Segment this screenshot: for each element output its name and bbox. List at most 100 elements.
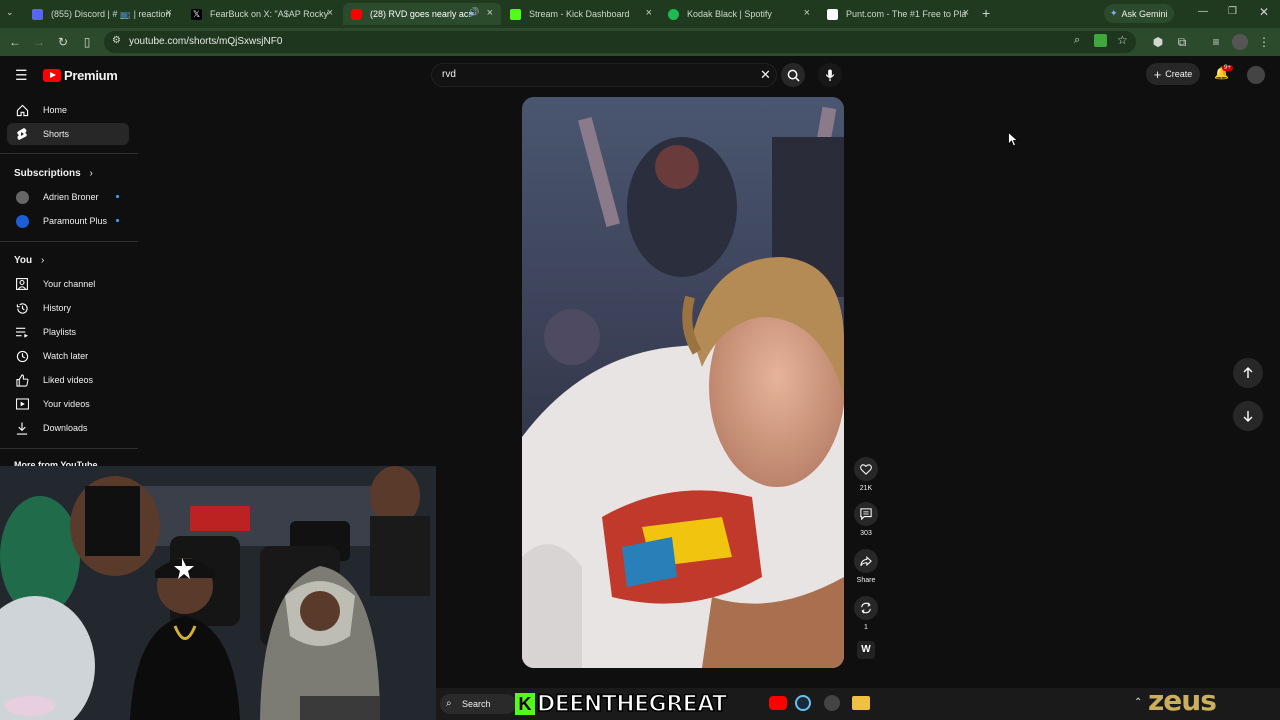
- reload-icon[interactable]: ↻: [55, 34, 71, 50]
- youtube-play-icon: [43, 69, 61, 82]
- microphone-icon: [825, 68, 835, 81]
- site-info-icon[interactable]: ⚙: [112, 35, 121, 46]
- remix-action[interactable]: 1: [851, 596, 881, 631]
- sidebar-divider: [0, 241, 138, 242]
- tab-youtube[interactable]: (28) RVD goes nearly acros 🔊 ×: [343, 3, 501, 25]
- close-tab-icon[interactable]: ×: [804, 7, 810, 19]
- install-app-icon[interactable]: [1094, 34, 1107, 47]
- remix-button[interactable]: [854, 596, 878, 620]
- tab-discord[interactable]: (855) Discord | # 📺 | reactions ×: [24, 3, 180, 25]
- sidebar-item-your-channel[interactable]: Your channel: [7, 273, 129, 295]
- video-frame-image: [522, 97, 844, 668]
- sidebar-divider: [0, 153, 138, 154]
- search-box[interactable]: rvd ✕: [431, 63, 777, 87]
- extensions-puzzle-icon[interactable]: ⧉: [1174, 34, 1190, 50]
- chevron-up-icon[interactable]: ⌃: [1134, 697, 1142, 708]
- channel-logo-icon[interactable]: W: [857, 641, 875, 659]
- shorts-video-player[interactable]: [522, 97, 844, 668]
- mouse-cursor-icon: [1008, 132, 1018, 147]
- sidebar-item-liked-videos[interactable]: Liked videos: [7, 369, 129, 391]
- voice-search-button[interactable]: [818, 63, 842, 87]
- arrow-down-icon: [1243, 411, 1253, 422]
- chevron-right-icon: ›: [40, 255, 45, 266]
- close-tab-icon[interactable]: ×: [646, 7, 652, 19]
- zoom-icon[interactable]: ⌕: [1074, 34, 1080, 47]
- sidebar-item-your-videos[interactable]: Your videos: [7, 393, 129, 415]
- restore-icon[interactable]: ❐: [1228, 6, 1237, 17]
- extension-icon[interactable]: ⬢: [1150, 34, 1166, 50]
- plus-icon: +: [1153, 66, 1162, 82]
- steam-icon[interactable]: [795, 695, 811, 711]
- bookmark-star-icon[interactable]: ☆: [1117, 33, 1128, 47]
- close-tab-icon[interactable]: ×: [166, 7, 172, 19]
- webcam-overlay: [0, 466, 436, 720]
- create-button[interactable]: + Create: [1146, 63, 1200, 85]
- clock-icon: [15, 349, 29, 363]
- next-short-button[interactable]: [1233, 401, 1263, 431]
- sidebar-item-history[interactable]: History: [7, 297, 129, 319]
- speaker-icon[interactable]: 🔊: [468, 7, 479, 18]
- gemini-sparkle-icon: ✦: [1110, 8, 1118, 18]
- youtube-premium-logo[interactable]: Premium: [43, 68, 118, 83]
- like-action[interactable]: 21K: [851, 457, 881, 492]
- new-tab-button[interactable]: +: [982, 5, 990, 21]
- remix-count: 1: [864, 624, 868, 631]
- clear-search-icon[interactable]: ✕: [760, 67, 771, 83]
- home-icon: [15, 103, 29, 117]
- share-arrow-icon: [860, 555, 872, 566]
- profile-avatar[interactable]: [1232, 34, 1248, 50]
- tab-punt[interactable]: Punt.com - The #1 Free to Play ×: [819, 3, 977, 25]
- sidebar-item-playlists[interactable]: Playlists: [7, 321, 129, 343]
- youtube-app-icon[interactable]: [769, 696, 787, 710]
- subscriptions-heading[interactable]: Subscriptions ›: [14, 168, 93, 179]
- hamburger-menu-icon[interactable]: ☰: [15, 67, 28, 84]
- remix-icon: [861, 602, 871, 614]
- url-text: youtube.com/shorts/mQjSxwsjNF0: [129, 36, 283, 47]
- spotify-icon: [668, 8, 679, 20]
- shorts-icon: [15, 127, 29, 141]
- ask-gemini-button[interactable]: ✦ Ask Gemini: [1104, 4, 1174, 23]
- share-action[interactable]: Share: [851, 549, 881, 584]
- close-window-icon[interactable]: ✕: [1259, 5, 1269, 19]
- comment-count: 303: [860, 530, 872, 537]
- share-button[interactable]: [854, 549, 878, 573]
- close-tab-icon[interactable]: ×: [327, 7, 333, 19]
- kick-logo-icon: K: [515, 693, 535, 715]
- person-icon: [15, 277, 29, 291]
- youtube-masthead: ☰ Premium rvd ✕ + Create 🔔 9+: [0, 56, 1280, 94]
- comments-button[interactable]: [854, 502, 878, 526]
- account-avatar[interactable]: [1247, 66, 1265, 84]
- subscription-item[interactable]: Paramount Plus: [7, 210, 129, 232]
- back-icon[interactable]: ←: [7, 34, 23, 50]
- obs-icon[interactable]: [824, 695, 840, 711]
- close-tab-icon[interactable]: ×: [963, 7, 969, 19]
- playlist-icon: [15, 325, 29, 339]
- new-content-dot: [116, 219, 119, 222]
- you-heading[interactable]: You ›: [14, 255, 44, 266]
- like-button[interactable]: [854, 457, 878, 481]
- side-panel-icon[interactable]: ▯: [79, 34, 95, 50]
- file-explorer-icon[interactable]: [852, 696, 870, 710]
- taskbar-search[interactable]: ⌕ Search: [440, 694, 516, 714]
- menu-kebab-icon[interactable]: ⋮: [1256, 34, 1272, 50]
- sidebar-item-watch-later[interactable]: Watch later: [7, 345, 129, 367]
- search-button[interactable]: [781, 63, 805, 87]
- comment-action[interactable]: 303: [851, 502, 881, 537]
- previous-short-button[interactable]: [1233, 358, 1263, 388]
- sidebar-item-shorts[interactable]: Shorts: [7, 123, 129, 145]
- tab-search-list-icon[interactable]: ≡: [1208, 34, 1224, 50]
- close-tab-icon[interactable]: ×: [487, 7, 493, 19]
- tab-kick[interactable]: Stream - Kick Dashboard ×: [502, 3, 660, 25]
- forward-icon[interactable]: →: [31, 34, 47, 50]
- subscription-item[interactable]: Adrien Broner: [7, 186, 129, 208]
- sidebar-item-downloads[interactable]: Downloads: [7, 417, 129, 439]
- sidebar-item-home[interactable]: Home: [7, 99, 129, 121]
- search-input[interactable]: rvd: [442, 69, 456, 80]
- tab-x[interactable]: 𝕏 FearBuck on X: "A$AP Rocky g ×: [183, 3, 341, 25]
- tab-search-icon[interactable]: ⌄: [6, 7, 22, 21]
- notification-badge: 9+: [1222, 65, 1233, 71]
- tab-spotify[interactable]: Kodak Black | Spotify ×: [660, 3, 818, 25]
- arrow-up-icon: [1243, 367, 1253, 378]
- address-bar[interactable]: ⚙ youtube.com/shorts/mQjSxwsjNF0 ⌕ ☆: [104, 31, 1136, 53]
- minimize-icon[interactable]: —: [1198, 6, 1208, 17]
